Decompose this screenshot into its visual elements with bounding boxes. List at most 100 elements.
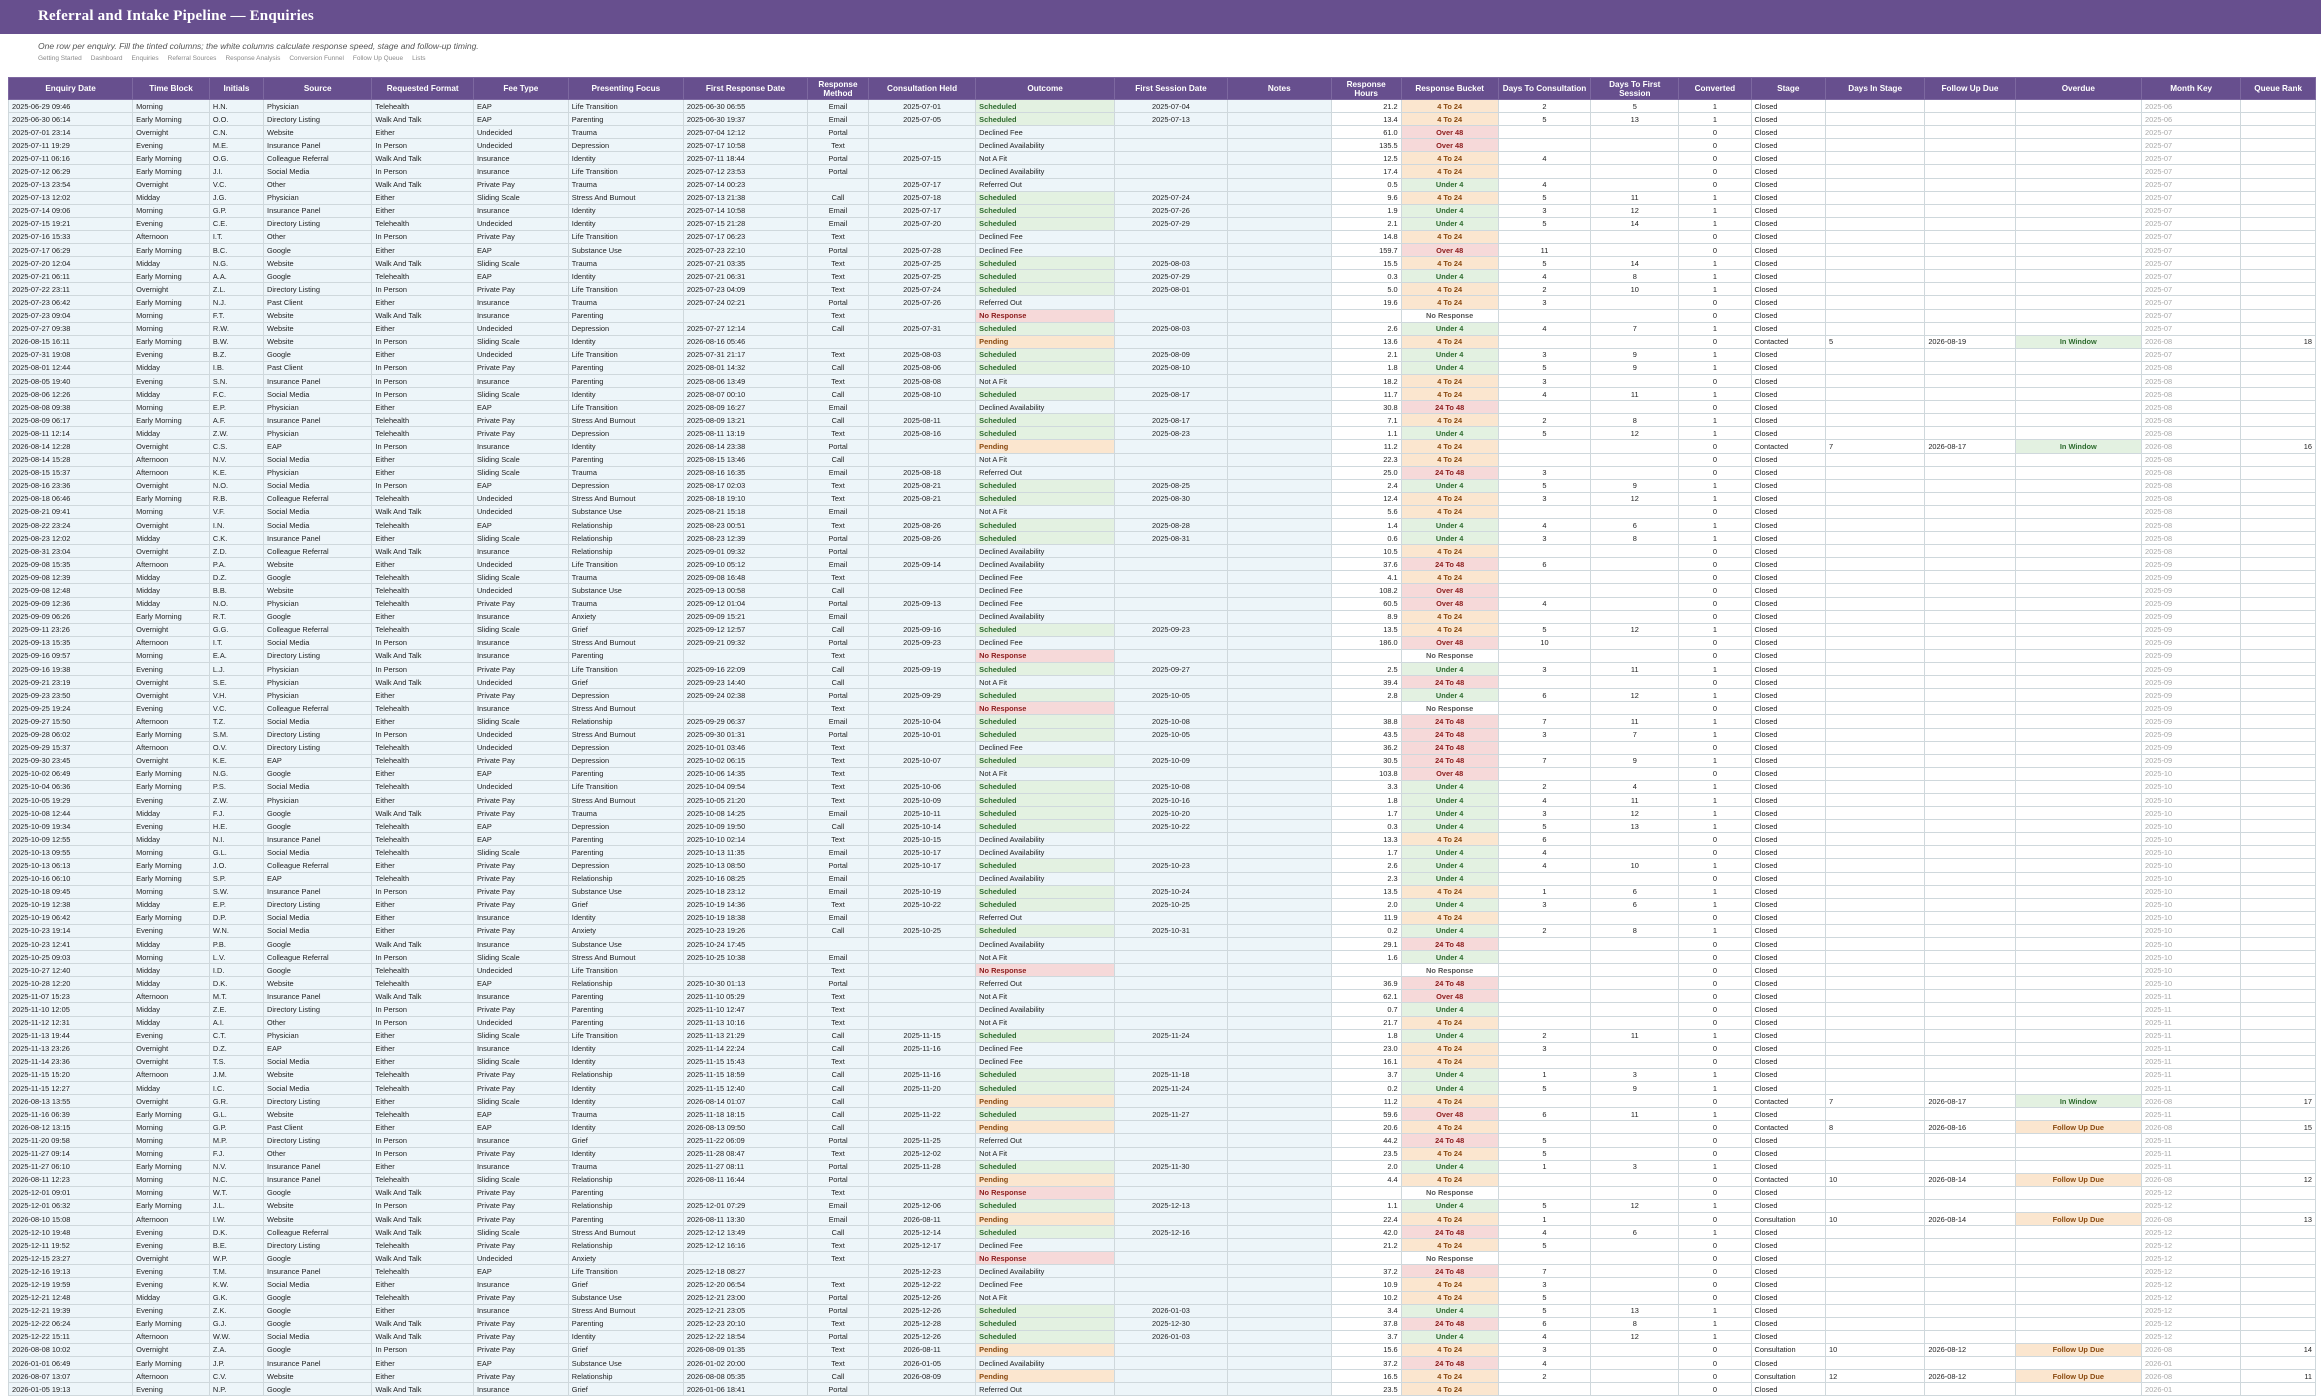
cell-queue-rank[interactable] <box>2240 1316 2316 1331</box>
cell-overdue[interactable] <box>2014 243 2143 258</box>
cell-month-key[interactable]: 2025-09 <box>2140 688 2242 703</box>
cell-notes[interactable] <box>1226 282 1332 297</box>
cell-queue-rank[interactable] <box>2240 648 2316 664</box>
cell-response-method[interactable]: Text <box>807 1054 869 1069</box>
cell-overdue[interactable] <box>2014 1159 2143 1174</box>
cell-enquiry-date[interactable]: 2025-10-04 06:36 <box>7 779 134 794</box>
cell-source[interactable]: Google <box>263 963 373 978</box>
cell-queue-rank[interactable] <box>2240 897 2316 912</box>
cell-first-session-date[interactable] <box>1113 1264 1228 1279</box>
cell-requested-format[interactable]: Walk And Talk <box>371 1251 474 1266</box>
cell-fee-type[interactable]: Insurance <box>472 164 569 179</box>
cell-response-hours[interactable]: 5.0 <box>1330 282 1402 297</box>
cell-response-bucket[interactable]: Over 48 <box>1400 635 1499 650</box>
cell-time-block[interactable]: Overnight <box>132 282 210 297</box>
cell-enquiry-date[interactable]: 2026-08-08 10:02 <box>7 1342 134 1358</box>
cell-response-bucket[interactable]: 4 To 24 <box>1400 884 1499 899</box>
cell-follow-up-due[interactable] <box>1924 387 2016 402</box>
cell-queue-rank[interactable] <box>2240 779 2316 794</box>
cell-queue-rank[interactable] <box>2240 871 2316 886</box>
cell-days-to-consultation[interactable] <box>1497 570 1592 585</box>
cell-response-bucket[interactable]: 24 To 48 <box>1400 675 1499 690</box>
cell-first-response-date[interactable]: 2025-08-09 13:21 <box>682 413 809 428</box>
cell-days-in-stage[interactable] <box>1824 413 1926 428</box>
cell-consultation-held[interactable]: 2025-07-25 <box>867 269 977 284</box>
cell-fee-type[interactable]: Insurance <box>472 544 569 559</box>
cell-consultation-held[interactable]: 2025-08-21 <box>867 491 977 506</box>
cell-days-to-consultation[interactable]: 4 <box>1497 792 1592 808</box>
cell-days-to-first-session[interactable]: 5 <box>1590 98 1680 114</box>
column-header-notes[interactable]: Notes <box>1226 77 1332 100</box>
cell-notes[interactable] <box>1226 177 1332 192</box>
cell-stage[interactable]: Closed <box>1750 295 1827 310</box>
cell-response-hours[interactable]: 2.6 <box>1330 858 1402 873</box>
cell-time-block[interactable]: Early Morning <box>132 871 210 886</box>
cell-follow-up-due[interactable] <box>1924 1264 2016 1279</box>
cell-response-hours[interactable]: 2.0 <box>1330 1159 1402 1174</box>
cell-enquiry-date[interactable]: 2025-09-08 12:48 <box>7 583 134 598</box>
cell-stage[interactable]: Closed <box>1750 400 1827 415</box>
cell-stage[interactable]: Closed <box>1750 792 1827 808</box>
cell-time-block[interactable]: Morning <box>132 400 210 415</box>
cell-response-hours[interactable]: 5.6 <box>1330 504 1402 520</box>
cell-first-response-date[interactable]: 2025-07-23 22:10 <box>682 243 809 258</box>
cell-month-key[interactable]: 2026-08 <box>2140 1342 2242 1358</box>
cell-follow-up-due[interactable] <box>1924 740 2016 755</box>
cell-time-block[interactable]: Early Morning <box>132 243 210 258</box>
cell-days-in-stage[interactable] <box>1824 806 1926 821</box>
cell-first-response-date[interactable]: 2025-07-17 06:23 <box>682 229 809 245</box>
cell-converted[interactable]: 1 <box>1678 884 1752 899</box>
cell-follow-up-due[interactable] <box>1924 1146 2016 1161</box>
cell-fee-type[interactable]: Undecided <box>472 491 569 506</box>
cell-first-response-date[interactable]: 2025-12-12 16:16 <box>682 1238 809 1253</box>
tab-enquiries[interactable]: Enquiries <box>132 55 159 62</box>
cell-overdue[interactable] <box>2014 976 2143 991</box>
cell-consultation-held[interactable]: 2025-07-05 <box>867 112 977 127</box>
cell-converted[interactable]: 1 <box>1678 413 1752 428</box>
cell-overdue[interactable] <box>2014 1067 2143 1083</box>
cell-fee-type[interactable]: Private Pay <box>472 1002 569 1017</box>
cell-presenting-focus[interactable]: Identity <box>567 334 684 349</box>
cell-month-key[interactable]: 2025-10 <box>2140 858 2242 873</box>
cell-enquiry-date[interactable]: 2025-08-23 12:02 <box>7 531 134 546</box>
cell-initials[interactable]: I.C. <box>208 1081 265 1096</box>
cell-days-to-consultation[interactable] <box>1497 648 1592 664</box>
cell-converted[interactable]: 0 <box>1678 452 1752 467</box>
cell-notes[interactable] <box>1226 1329 1332 1344</box>
cell-converted[interactable]: 0 <box>1678 596 1752 611</box>
cell-consultation-held[interactable] <box>867 740 977 755</box>
cell-response-method[interactable]: Text <box>807 570 869 585</box>
cell-initials[interactable]: Z.W. <box>208 426 265 441</box>
cell-days-to-first-session[interactable]: 11 <box>1590 792 1680 808</box>
cell-enquiry-date[interactable]: 2025-07-16 15:33 <box>7 229 134 245</box>
cell-initials[interactable]: O.G. <box>208 151 265 166</box>
cell-queue-rank[interactable] <box>2240 1329 2316 1344</box>
cell-days-to-first-session[interactable]: 12 <box>1590 1329 1680 1344</box>
cell-notes[interactable] <box>1226 229 1332 245</box>
cell-source[interactable]: Insurance Panel <box>263 1264 373 1279</box>
cell-response-hours[interactable]: 2.3 <box>1330 871 1402 886</box>
cell-source[interactable]: Past Client <box>263 360 373 375</box>
cell-month-key[interactable]: 2025-11 <box>2140 1041 2242 1056</box>
cell-source[interactable]: Insurance Panel <box>263 1355 373 1371</box>
cell-notes[interactable] <box>1226 504 1332 520</box>
cell-initials[interactable]: R.T. <box>208 609 265 624</box>
cell-response-hours[interactable]: 13.3 <box>1330 832 1402 847</box>
cell-source[interactable]: Social Media <box>263 1277 373 1292</box>
cell-presenting-focus[interactable]: Identity <box>567 216 684 231</box>
cell-presenting-focus[interactable]: Identity <box>567 151 684 166</box>
cell-time-block[interactable]: Afternoon <box>132 1369 210 1384</box>
cell-first-response-date[interactable] <box>682 1251 809 1266</box>
cell-follow-up-due[interactable] <box>1924 950 2016 965</box>
cell-days-to-consultation[interactable]: 5 <box>1497 1238 1592 1253</box>
cell-queue-rank[interactable] <box>2240 1264 2316 1279</box>
cell-presenting-focus[interactable]: Identity <box>567 910 684 925</box>
cell-month-key[interactable]: 2025-07 <box>2140 138 2242 153</box>
cell-days-to-first-session[interactable]: 11 <box>1590 662 1680 677</box>
cell-requested-format[interactable]: Telehealth <box>371 1264 474 1279</box>
cell-stage[interactable]: Closed <box>1750 1159 1827 1174</box>
cell-notes[interactable] <box>1226 465 1332 480</box>
cell-days-to-consultation[interactable]: 6 <box>1497 1107 1592 1122</box>
cell-days-in-stage[interactable] <box>1824 1133 1926 1148</box>
cell-converted[interactable]: 0 <box>1678 373 1752 389</box>
